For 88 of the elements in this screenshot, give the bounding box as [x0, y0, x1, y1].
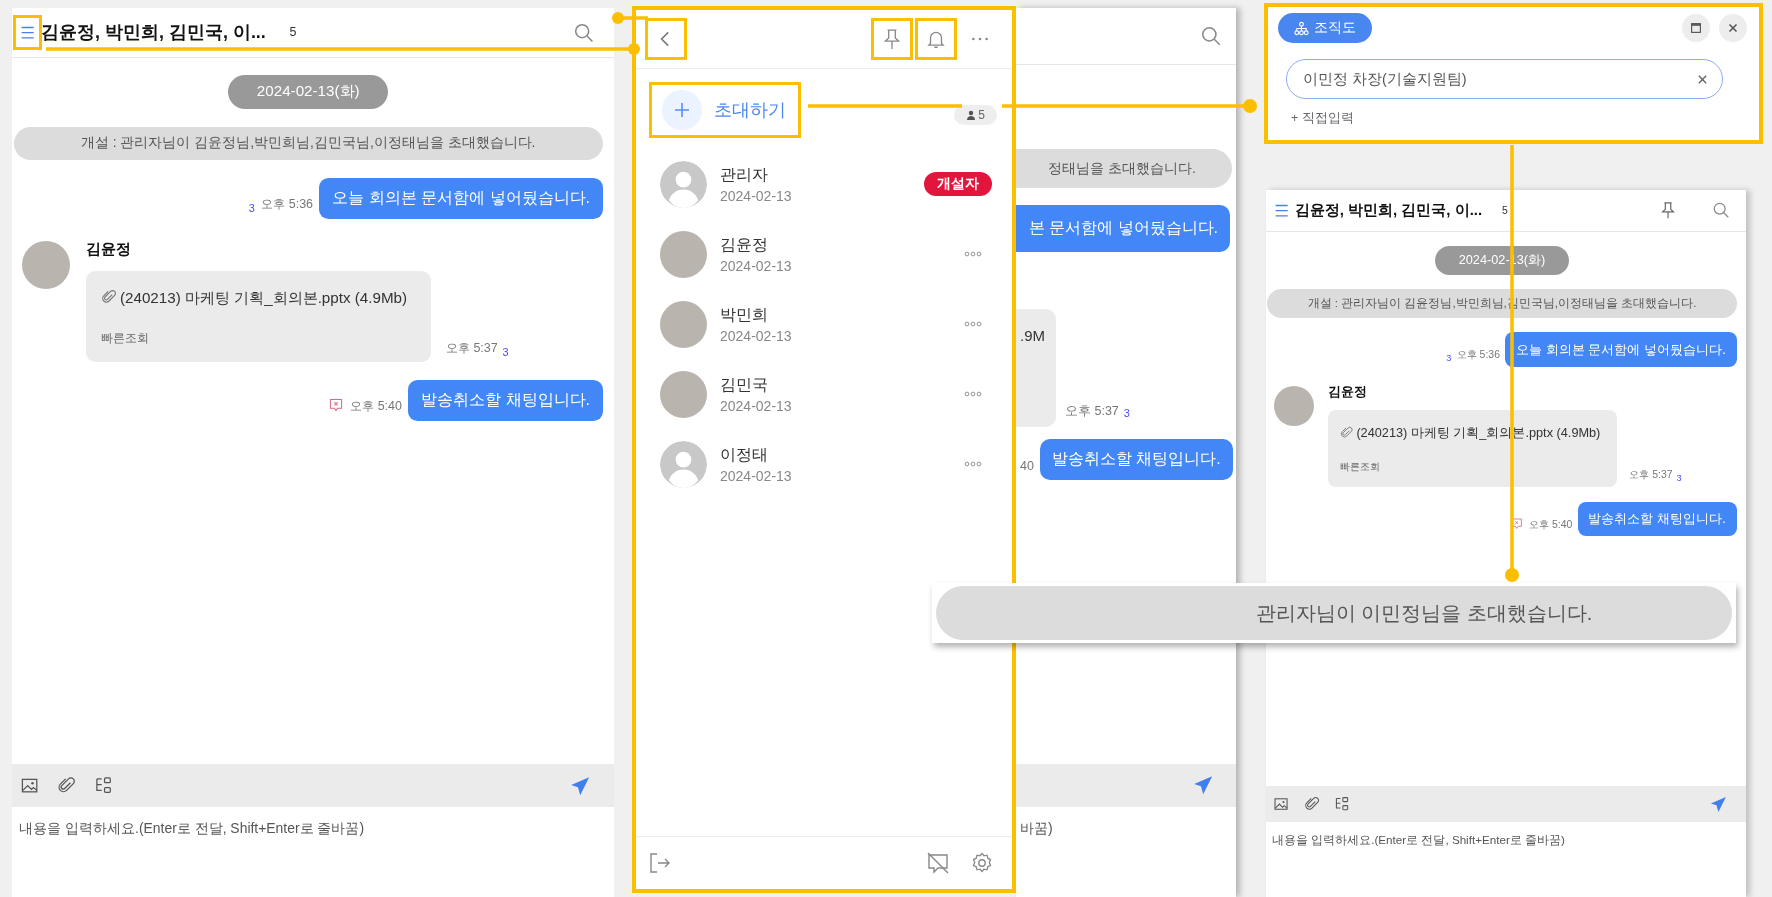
more-icon[interactable]	[964, 251, 982, 257]
default-avatar-icon	[660, 160, 707, 208]
bell-icon[interactable]	[916, 19, 956, 59]
member-date: 2024-02-13	[720, 397, 792, 414]
search-icon[interactable]	[573, 21, 595, 44]
sent-message: 오늘 회의본 문서함에 넣어뒀습니다.	[319, 177, 603, 219]
unread-count: 3	[248, 202, 255, 215]
message-time: 오후 5:37	[1065, 403, 1119, 420]
invite-button[interactable]: 초대하기	[650, 83, 800, 137]
file-name: (240213) 마케팅 기획_회의본.pptx (4.9Mb)	[119, 288, 408, 309]
photo-placeholder	[660, 370, 707, 418]
file-message[interactable]: .9M	[1016, 309, 1056, 427]
member-name: 김민국	[720, 374, 769, 395]
person-icon	[966, 110, 977, 120]
message-input[interactable]: 바꿈)	[1016, 807, 1236, 897]
member-name: 박민희	[720, 304, 769, 325]
member-date: 2024-02-13	[720, 257, 792, 274]
quick-view-link[interactable]: 빠른조회	[100, 331, 416, 347]
unread-count: 3	[1676, 473, 1682, 484]
paperclip-icon	[100, 289, 117, 306]
org-chart-icon	[1294, 20, 1309, 36]
recall-icon[interactable]	[327, 397, 344, 414]
date-divider: 2024-02-13(화)	[228, 74, 388, 109]
message-input[interactable]: 내용을 입력하세요.(Enter로 전달, Shift+Enter로 줄바꿈)	[1266, 821, 1746, 897]
org-chart-icon[interactable]	[1334, 795, 1351, 812]
message-time: 오후 5:36	[261, 196, 314, 214]
file-message[interactable]: (240213) 마케팅 기획_회의본.pptx (4.9Mb) 빠른조회	[85, 270, 432, 363]
file-name: .9M	[1020, 327, 1045, 344]
message-time: 오후 5:40	[1529, 517, 1573, 532]
message-time: 오후 5:40	[350, 397, 402, 415]
clear-icon[interactable]	[1697, 73, 1708, 85]
send-icon[interactable]	[1708, 794, 1728, 814]
image-icon[interactable]	[1272, 795, 1289, 812]
maximize-button[interactable]	[1682, 14, 1710, 42]
search-icon[interactable]	[1200, 25, 1222, 47]
sent-message: 오늘 회의본 문서함에 넣어뒀습니다.	[1505, 332, 1737, 367]
sent-message: 발송취소할 채팅입니다.	[1577, 501, 1737, 537]
settings-icon[interactable]	[970, 851, 994, 875]
sent-message: 발송취소할 채팅입니다.	[1039, 439, 1233, 480]
chat-title: 김윤정, 박민희, 김민국, 이...	[1294, 200, 1483, 220]
photo-placeholder	[1274, 385, 1315, 426]
member-name: 관리자	[720, 164, 769, 185]
system-notice: 정태님을 초대했습니다.	[1016, 149, 1232, 188]
message-time: 40	[1020, 459, 1034, 473]
close-button[interactable]	[1719, 14, 1747, 42]
message-input[interactable]: 내용을 입력하세요.(Enter로 전달, Shift+Enter로 줄바꿈)	[12, 807, 614, 897]
more-icon[interactable]	[964, 461, 982, 467]
message-time: 오후 5:36	[1456, 348, 1500, 363]
direct-input-link[interactable]: + 직접입력	[1291, 110, 1354, 127]
chat-title: 김윤정, 박민희, 김민국, 이...	[41, 21, 266, 45]
unread-count: 3	[1446, 353, 1452, 364]
member-date: 2024-02-13	[720, 327, 792, 344]
default-avatar-icon	[660, 440, 707, 488]
photo-placeholder	[660, 230, 707, 278]
owner-badge: 개설자	[924, 172, 992, 196]
message-time: 오후 5:37	[1629, 468, 1673, 483]
unread-count: 3	[502, 345, 509, 358]
menu-icon[interactable]	[14, 15, 42, 50]
sent-message: 본 문서함에 넣어뒀습니다.	[1016, 205, 1230, 252]
unread-count: 3	[1123, 407, 1130, 419]
member-count: 5	[1502, 204, 1508, 216]
member-name: 이정태	[720, 444, 769, 465]
more-icon[interactable]	[964, 321, 982, 327]
member-count: 5	[954, 105, 997, 125]
photo-placeholder	[660, 300, 707, 348]
maximize-icon	[1689, 21, 1703, 35]
search-icon[interactable]	[1711, 201, 1730, 220]
sent-message: 발송취소할 채팅입니다.	[408, 379, 603, 421]
member-name: 김윤정	[720, 234, 769, 255]
sender-name: 김윤정	[85, 239, 132, 260]
member-count: 5	[289, 25, 297, 40]
message-time: 오후 5:37	[445, 339, 498, 357]
chat-off-icon[interactable]	[926, 851, 950, 875]
org-chart-button[interactable]: 조직도	[1278, 13, 1372, 43]
member-date: 2024-02-13	[720, 187, 792, 204]
exit-icon[interactable]	[648, 851, 672, 875]
paperclip-icon	[1340, 425, 1354, 439]
member-date: 2024-02-13	[720, 467, 792, 484]
plus-icon	[662, 90, 702, 130]
system-notice: 관리자님이 이민정님을 초대했습니다.	[936, 586, 1732, 640]
close-icon	[1726, 21, 1740, 35]
more-icon[interactable]	[964, 391, 982, 397]
org-chart-icon[interactable]	[93, 776, 113, 796]
pin-icon[interactable]	[872, 19, 912, 59]
system-notice: 개설 : 관리자님이 김윤정님,박민희님,김민국님,이정태님을 초대했습니다.	[13, 126, 603, 161]
quick-view-link[interactable]: 빠른조회	[1340, 460, 1605, 474]
paperclip-icon[interactable]	[1303, 795, 1320, 812]
sender-name: 김윤정	[1327, 384, 1368, 402]
